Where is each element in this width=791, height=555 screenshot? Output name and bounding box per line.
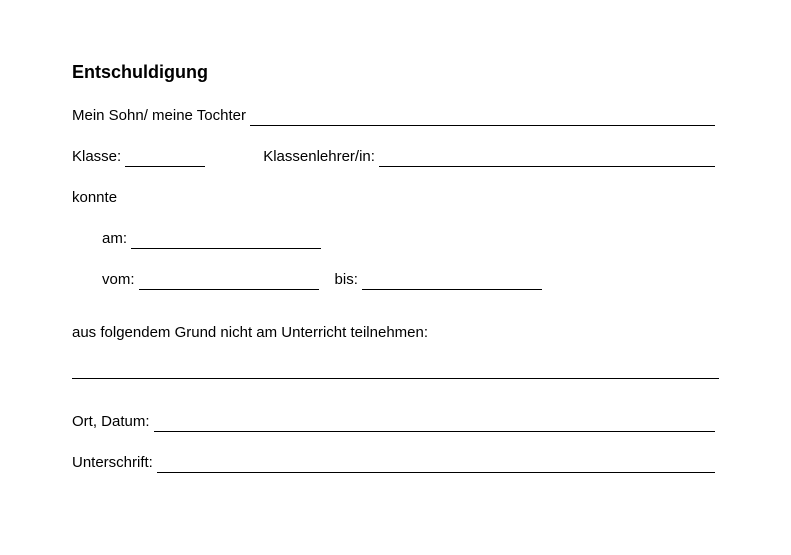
- blank-reason[interactable]: [72, 363, 719, 379]
- blank-klasse[interactable]: [125, 151, 205, 167]
- label-ort-datum: Ort, Datum:: [72, 411, 150, 432]
- label-vom: vom:: [102, 269, 135, 290]
- label-unterschrift: Unterschrift:: [72, 452, 153, 473]
- label-konnte: konnte: [72, 187, 117, 208]
- label-klassenlehrer: Klassenlehrer/in:: [263, 146, 375, 167]
- row-child-name: Mein Sohn/ meine Tochter: [72, 105, 719, 126]
- form-title: Entschuldigung: [72, 62, 719, 83]
- row-ort-datum: Ort, Datum:: [72, 411, 719, 432]
- row-vom-bis: vom: bis:: [72, 269, 719, 290]
- label-klasse: Klasse:: [72, 146, 121, 167]
- row-class-teacher: Klasse: Klassenlehrer/in:: [72, 146, 719, 167]
- blank-vom[interactable]: [139, 274, 319, 290]
- row-unterschrift: Unterschrift:: [72, 452, 719, 473]
- blank-bis[interactable]: [362, 274, 542, 290]
- label-reason: aus folgendem Grund nicht am Unterricht …: [72, 322, 428, 343]
- label-bis: bis:: [335, 269, 358, 290]
- blank-klassenlehrer[interactable]: [379, 151, 715, 167]
- blank-child-name[interactable]: [250, 110, 715, 126]
- blank-unterschrift[interactable]: [157, 457, 715, 473]
- row-reason-label: aus folgendem Grund nicht am Unterricht …: [72, 322, 719, 343]
- row-am: am:: [72, 228, 719, 249]
- blank-am[interactable]: [131, 233, 321, 249]
- row-konnte: konnte: [72, 187, 719, 208]
- label-child-name: Mein Sohn/ meine Tochter: [72, 105, 246, 126]
- label-am: am:: [102, 228, 127, 249]
- blank-ort-datum[interactable]: [154, 416, 715, 432]
